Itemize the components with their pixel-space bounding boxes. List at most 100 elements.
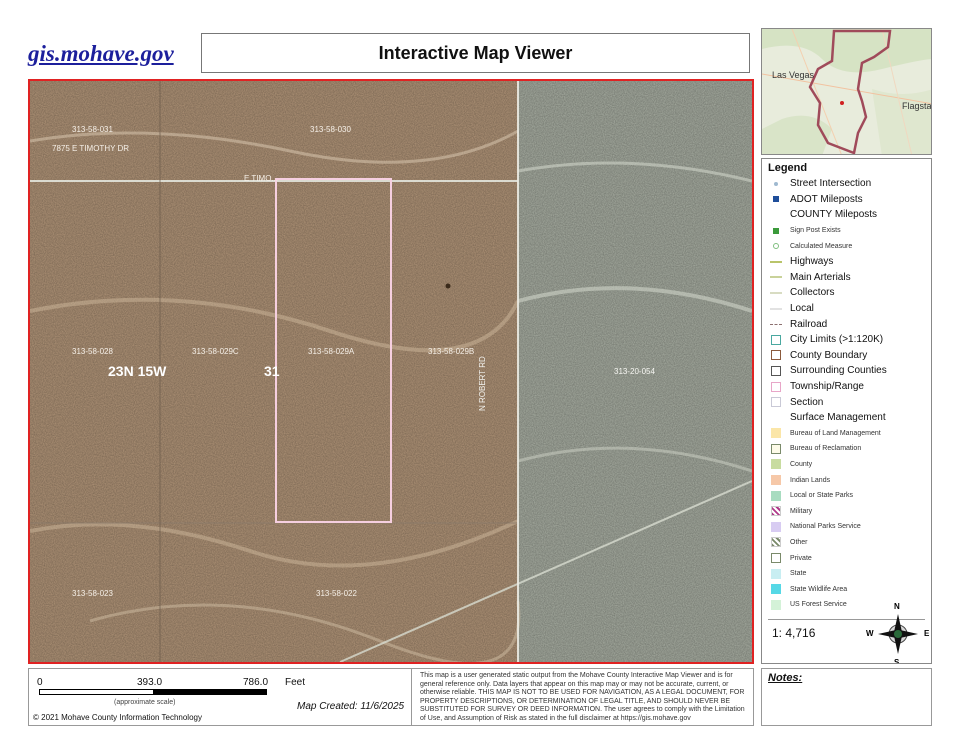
legend-item: State — [768, 566, 925, 582]
legend-item-label: State — [790, 570, 807, 578]
main-map[interactable]: 313-58-031 313-58-030 7875 E TIMOTHY DR … — [28, 79, 754, 664]
inset-map-graphic — [762, 29, 931, 154]
parcel-label[interactable]: 313-58-029C — [192, 347, 239, 356]
legend-item: Collectors — [768, 285, 925, 301]
legend-item-label: Local — [790, 303, 814, 315]
north-arrow-icon: N S W E — [866, 602, 929, 663]
approx-scale-note: (approximate scale) — [114, 699, 176, 706]
legend-symbol-icon — [768, 490, 784, 502]
legend-symbol-icon — [768, 256, 784, 268]
legend-symbol-icon — [768, 178, 784, 190]
east-label: E — [924, 629, 930, 638]
section-label: 31 — [264, 363, 280, 379]
parcel-label[interactable]: 313-58-028 — [72, 347, 113, 356]
legend-symbol-icon — [768, 552, 784, 564]
scale-label-end: 786.0 — [243, 677, 269, 688]
legend-symbol-icon — [768, 412, 784, 424]
legend-symbol-icon — [768, 287, 784, 299]
disclaimer: This map is a user generated static outp… — [412, 668, 754, 726]
legend-symbol-icon — [768, 427, 784, 439]
legend-item-label: Bureau of Land Management — [790, 429, 881, 437]
legend-list: Street Intersection ADOT Mileposts COUNTY … — [768, 176, 925, 620]
legend-item: Surrounding Counties — [768, 363, 925, 379]
inset-city-label: Flagsta — [902, 101, 932, 111]
legend-item-label: Collectors — [790, 287, 835, 299]
legend-symbol-icon — [768, 318, 784, 330]
legend-item: County Boundary — [768, 348, 925, 364]
legend-symbol-icon — [768, 334, 784, 346]
legend-symbol-icon — [768, 568, 784, 580]
legend-item-label: Street Intersection — [790, 178, 872, 190]
parcel-label[interactable]: 313-58-029B — [428, 347, 474, 356]
map-legend: Legend Street Intersection ADOT Mileposts… — [761, 158, 932, 664]
legend-symbol-icon — [768, 505, 784, 517]
copyright: © 2021 Mohave County Information Technol… — [33, 713, 202, 722]
legend-item: Military — [768, 503, 925, 519]
legend-item: Section — [768, 394, 925, 410]
scale-ratio: 1: 4,716 — [772, 626, 816, 640]
road-label: N ROBERT RD — [478, 356, 487, 411]
legend-item-label: Surrounding Counties — [790, 365, 887, 377]
legend-item: Calculated Measure — [768, 238, 925, 254]
legend-item-label: Local or State Parks — [790, 492, 854, 500]
legend-item: Surface Management — [768, 410, 925, 426]
map-created-date: Map Created: 11/6/2025 — [297, 701, 405, 712]
street-label: E TIMO... — [244, 174, 279, 183]
legend-item-label: County — [790, 460, 813, 468]
legend-symbol-icon — [768, 365, 784, 377]
legend-symbol-icon — [768, 396, 784, 408]
legend-item: City Limits (>1:120K) — [768, 332, 925, 348]
legend-symbol-icon — [768, 536, 784, 548]
legend-symbol-icon — [768, 599, 784, 611]
legend-item: Bureau of Reclamation — [768, 441, 925, 457]
parcel-label[interactable]: 313-58-022 — [316, 589, 357, 598]
legend-item-label: COUNTY Mileposts — [790, 209, 878, 221]
legend-item-label: Indian Lands — [790, 476, 831, 484]
township-range-label: 23N 15W — [108, 363, 167, 379]
legend-symbol-icon — [768, 271, 784, 283]
legend-item-label: ADOT Mileposts — [790, 193, 863, 205]
legend-symbol-icon — [768, 240, 784, 252]
legend-item-label: Other — [790, 538, 808, 546]
legend-item-label: Township/Range — [790, 381, 864, 393]
parcel-label[interactable]: 313-58-023 — [72, 589, 113, 598]
legend-title: Legend — [768, 162, 808, 174]
south-label: S — [894, 658, 900, 664]
inset-city-label: Las Vegas — [772, 70, 815, 80]
legend-item-label: Surface Management — [790, 412, 886, 424]
legend-symbol-icon — [768, 458, 784, 470]
legend-symbol-icon — [768, 193, 784, 205]
site-link[interactable]: gis.mohave.gov — [28, 34, 198, 74]
parcel-label[interactable]: 313-58-031 — [72, 125, 113, 134]
legend-item: Local or State Parks — [768, 488, 925, 504]
parcel-label[interactable]: 313-58-030 — [310, 125, 351, 134]
legend-item: Bureau of Land Management — [768, 426, 925, 442]
legend-item: Private — [768, 550, 925, 566]
inset-locator-map: Las Vegas Flagsta — [761, 28, 932, 155]
legend-item: COUNTY Mileposts — [768, 207, 925, 223]
legend-symbol-icon — [768, 474, 784, 486]
legend-item-label: Section — [790, 396, 824, 408]
legend-item-label: Private — [790, 554, 812, 562]
notes-label: Notes: — [761, 668, 932, 726]
legend-item-label: County Boundary — [790, 349, 868, 361]
legend-item-label: Calculated Measure — [790, 242, 853, 250]
parcel-label[interactable]: 313-20-054 — [614, 367, 655, 376]
legend-item-label: National Parks Service — [790, 523, 861, 531]
legend-item-label: Military — [790, 507, 813, 515]
west-label: W — [866, 629, 874, 638]
legend-symbol-icon — [768, 349, 784, 361]
address-label: 7875 E TIMOTHY DR — [52, 144, 130, 153]
legend-item: Street Intersection — [768, 176, 925, 192]
legend-item-label: Railroad — [790, 318, 828, 330]
legend-symbol-icon — [768, 381, 784, 393]
parcel-label[interactable]: 313-58-029A — [308, 347, 354, 356]
legend-symbol-icon — [768, 225, 784, 237]
north-label: N — [894, 602, 900, 611]
legend-symbol-icon — [768, 521, 784, 533]
legend-item: Local — [768, 301, 925, 317]
page-title: Interactive Map Viewer — [201, 33, 750, 73]
legend-item: State Wildlife Area — [768, 581, 925, 597]
legend-item: ADOT Mileposts — [768, 192, 925, 208]
scale-label-zero: 0 — [37, 677, 43, 688]
